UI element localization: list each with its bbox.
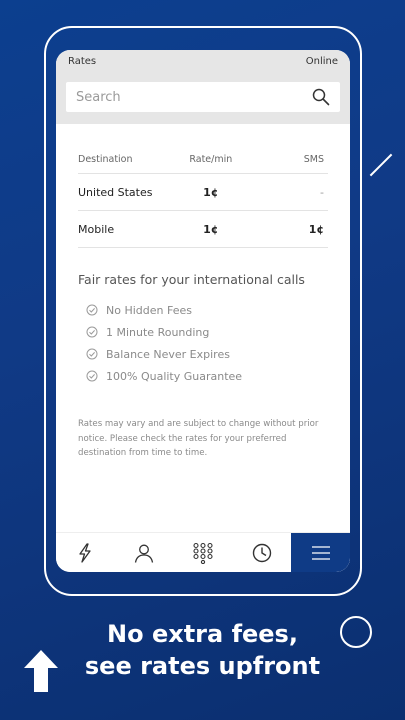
headline-line-2: see rates upfront [84,652,321,680]
list-item: No Hidden Fees [78,299,328,321]
status-bar: Rates Online [56,50,350,72]
rates-content: Destination Rate/min SMS United States 1… [56,124,350,461]
check-circle-icon [86,348,98,360]
header-destination: Destination [78,154,133,165]
feature-label: 1 Minute Rounding [106,325,210,339]
rate-cell: 1¢ [203,222,219,236]
app-screen: Rates Online Destination Rate/min SMS Un… [56,50,350,572]
list-item: 1 Minute Rounding [78,321,328,343]
feature-label: Balance Never Expires [106,347,230,361]
table-row[interactable]: United States 1¢ - [78,174,328,211]
contacts-icon [135,544,154,563]
search-input[interactable] [76,89,312,105]
nav-quick-call[interactable] [56,533,115,572]
sms-cell: 1¢ [308,222,324,236]
check-circle-icon [86,326,98,338]
rate-cell: 1¢ [203,185,219,199]
dialpad-icon [193,542,213,564]
table-row[interactable]: Mobile 1¢ 1¢ [78,211,328,248]
nav-dialpad[interactable] [174,533,233,572]
search-box[interactable] [66,82,340,112]
feature-list: No Hidden Fees 1 Minute Rounding Balance… [78,299,328,387]
header-rate: Rate/min [189,154,233,165]
search-bar [56,72,350,124]
bottom-nav [56,532,350,572]
search-icon[interactable] [312,88,330,106]
nav-contacts[interactable] [115,533,174,572]
lightning-icon [79,542,92,563]
connection-status: Online [305,55,338,67]
nav-history[interactable] [232,533,291,572]
history-icon [252,543,271,562]
promo-title: Fair rates for your international calls [78,272,305,287]
menu-icon [311,545,330,560]
feature-label: No Hidden Fees [106,303,192,317]
rates-table: Destination Rate/min SMS United States 1… [78,146,328,248]
header-sms: SMS [303,154,324,165]
headline-line-1: No extra fees, [107,620,298,648]
disclaimer-text: Rates may vary and are subject to change… [78,419,319,458]
list-item: 100% Quality Guarantee [78,365,328,387]
destination-cell: Mobile [78,222,115,236]
feature-label: 100% Quality Guarantee [106,369,243,383]
list-item: Balance Never Expires [78,343,328,365]
table-header: Destination Rate/min SMS [78,146,328,174]
screen-title: Rates [68,55,97,67]
check-circle-icon [86,370,98,382]
sms-cell: - [320,185,324,199]
destination-cell: United States [78,185,153,199]
check-circle-icon [86,304,98,316]
nav-menu[interactable] [291,533,350,572]
